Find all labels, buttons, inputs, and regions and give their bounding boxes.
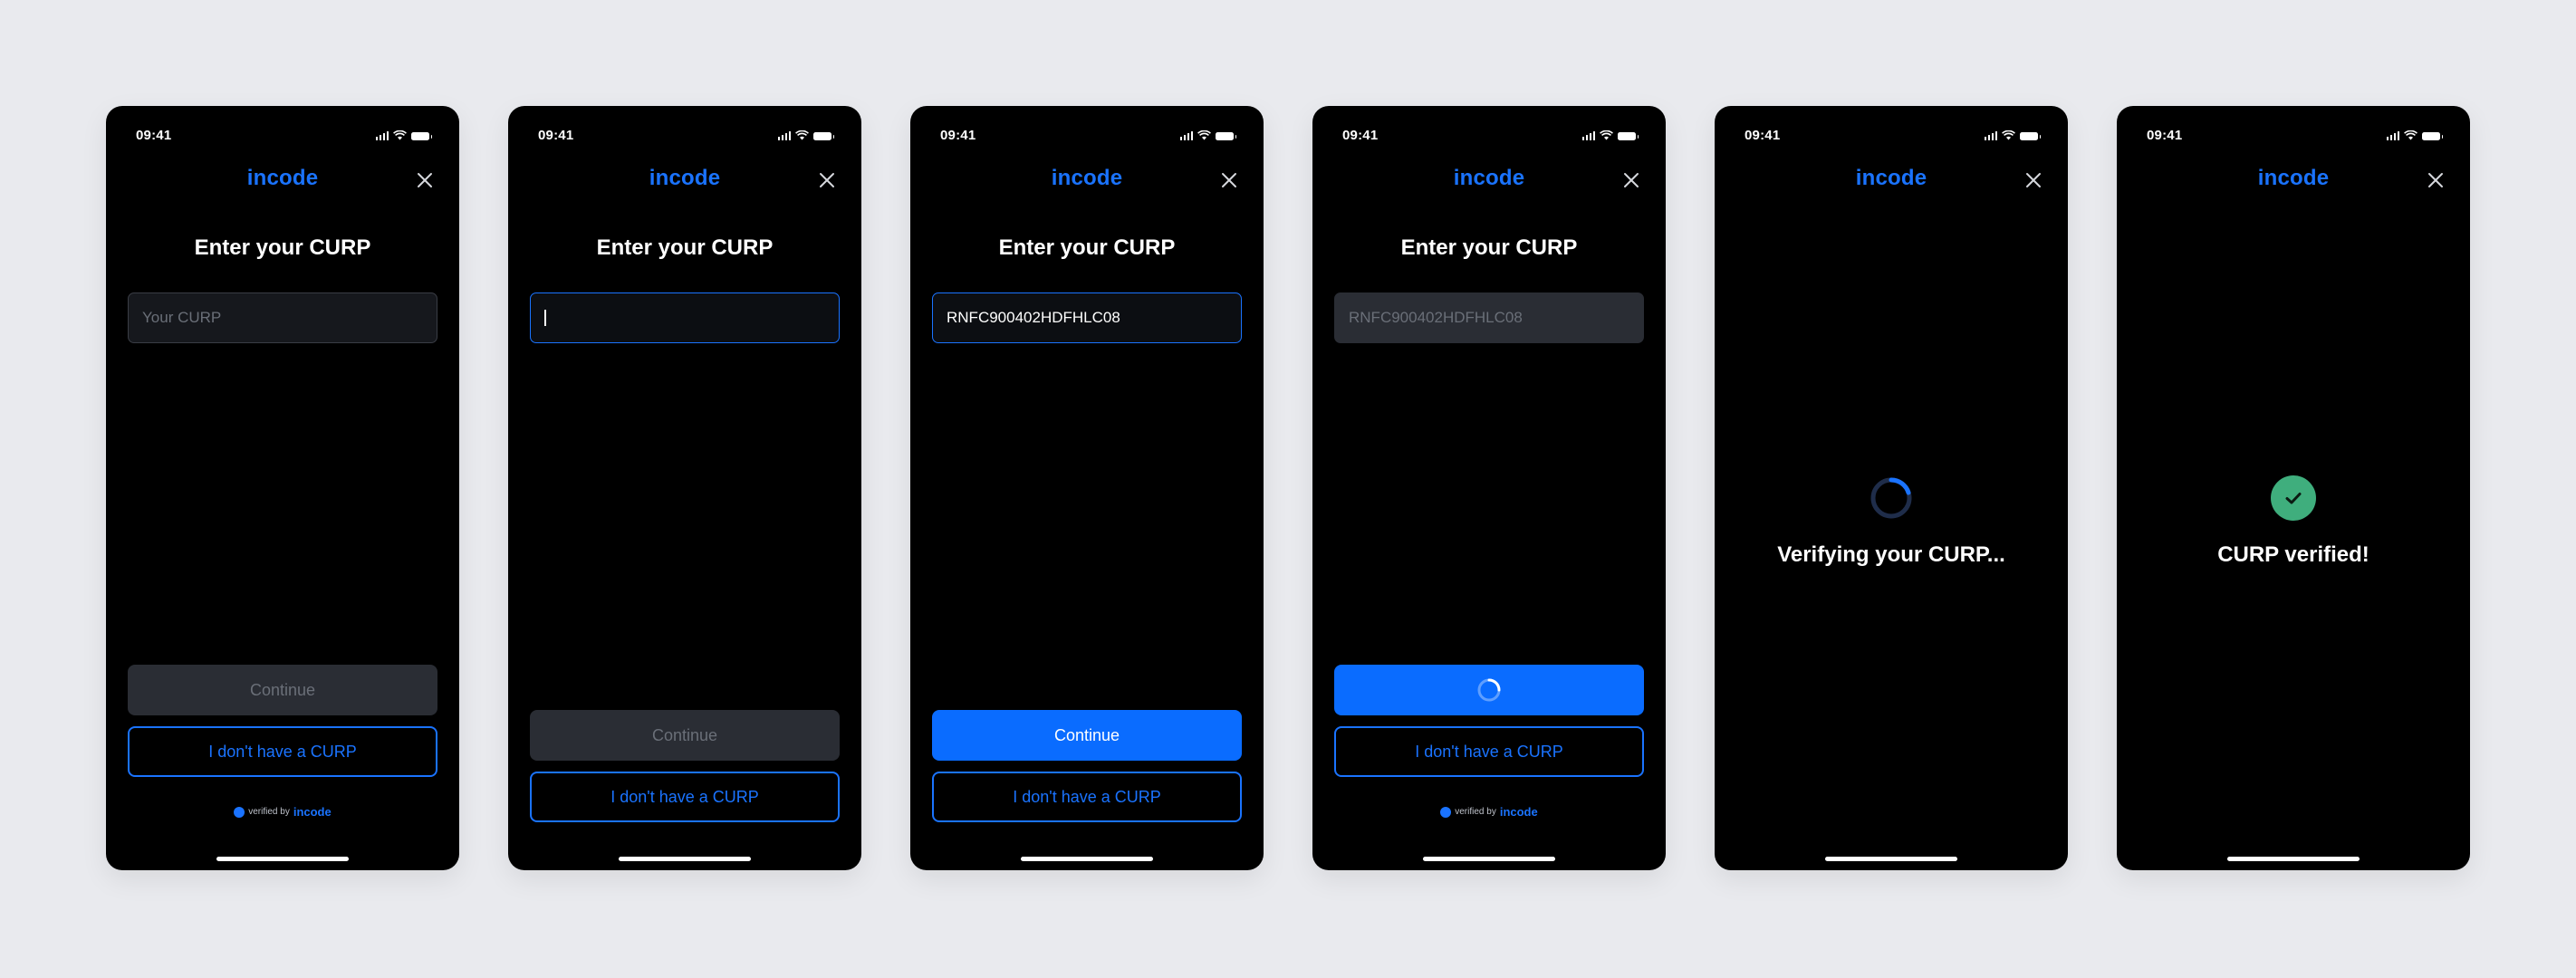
wifi-icon (393, 130, 407, 140)
cellular-signal-icon (777, 130, 791, 140)
battery-icon (411, 132, 432, 140)
cellular-signal-icon (1984, 130, 1997, 140)
status-time: 09:41 (538, 128, 574, 143)
verified-by-text: verified by (1455, 807, 1496, 817)
wifi-icon (1600, 130, 1613, 140)
home-indicator[interactable] (619, 857, 751, 861)
incode-logo: incode (2257, 166, 2330, 190)
verified-message: CURP verified! (2217, 542, 2369, 567)
wifi-icon (795, 130, 809, 140)
verified-by-brand: incode (293, 805, 332, 819)
curp-input-value: RNFC900402HDFHLC08 (947, 309, 1120, 326)
incode-logo: incode (1855, 166, 1927, 190)
close-icon[interactable] (2024, 171, 2043, 189)
cellular-signal-icon (1581, 130, 1595, 140)
no-curp-button[interactable]: I don't have a CURP (1334, 726, 1644, 777)
cellular-signal-icon (1179, 130, 1193, 140)
cellular-signal-icon (375, 130, 389, 140)
incode-dot-icon (234, 806, 245, 818)
home-indicator[interactable] (216, 857, 349, 861)
phone-screen-filled: 09:41 incode Enter your CURP RNFC900402H… (910, 106, 1264, 870)
status-time: 09:41 (1745, 128, 1781, 143)
spinner-icon (1870, 477, 1912, 519)
verified-by-brand: incode (1499, 805, 1538, 819)
success-badge (2271, 475, 2316, 521)
verified-by-footer: verified by incode (106, 805, 459, 819)
curp-input-value: RNFC900402HDFHLC08 (1349, 309, 1523, 326)
text-caret (544, 310, 546, 326)
page-title: Enter your CURP (1400, 235, 1578, 260)
status-icons (1179, 130, 1236, 140)
page-title: Enter your CURP (998, 235, 1176, 260)
curp-input[interactable]: RNFC900402HDFHLC08 (1334, 292, 1644, 343)
curp-input[interactable] (530, 292, 840, 343)
home-indicator[interactable] (1021, 857, 1153, 861)
phone-screen-verified: 09:41 incode CURP verified! (2117, 106, 2470, 870)
status-time: 09:41 (940, 128, 976, 143)
home-indicator[interactable] (2227, 857, 2360, 861)
spinner-icon (1477, 678, 1501, 702)
no-curp-button[interactable]: I don't have a CURP (530, 772, 840, 822)
battery-icon (2020, 132, 2041, 140)
curp-input-placeholder: Your CURP (142, 309, 222, 326)
checkmark-icon (2285, 493, 2302, 504)
battery-icon (813, 132, 834, 140)
verified-by-text: verified by (248, 807, 290, 817)
no-curp-button[interactable]: I don't have a CURP (932, 772, 1242, 822)
status-time: 09:41 (2147, 128, 2183, 143)
incode-logo: incode (649, 166, 721, 190)
no-curp-button[interactable]: I don't have a CURP (128, 726, 437, 777)
phone-screen-empty: 09:41 incode Enter your CURP Your CURP C… (106, 106, 459, 870)
curp-input[interactable]: RNFC900402HDFHLC08 (932, 292, 1242, 343)
continue-button[interactable]: Continue (128, 665, 437, 715)
curp-input[interactable]: Your CURP (128, 292, 437, 343)
status-icons (1581, 130, 1639, 140)
verified-by-footer: verified by incode (1312, 805, 1666, 819)
home-indicator[interactable] (1825, 857, 1957, 861)
incode-logo: incode (1051, 166, 1123, 190)
close-icon[interactable] (1622, 171, 1640, 189)
status-icons (1984, 130, 2041, 140)
cellular-signal-icon (2386, 130, 2399, 140)
verifying-message: Verifying your CURP... (1777, 542, 2005, 567)
page-title: Enter your CURP (596, 235, 774, 260)
battery-icon (1216, 132, 1236, 140)
incode-logo: incode (1453, 166, 1525, 190)
close-icon[interactable] (416, 171, 434, 189)
battery-icon (1618, 132, 1639, 140)
close-icon[interactable] (1220, 171, 1238, 189)
continue-button[interactable]: Continue (530, 710, 840, 761)
design-board: 09:41 incode Enter your CURP Your CURP C… (0, 0, 2576, 978)
status-icons (777, 130, 834, 140)
wifi-icon (1197, 130, 1211, 140)
battery-icon (2422, 132, 2443, 140)
page-title: Enter your CURP (194, 235, 371, 260)
incode-dot-icon (1440, 806, 1452, 818)
status-time: 09:41 (1342, 128, 1379, 143)
continue-button-loading[interactable] (1334, 665, 1644, 715)
status-time: 09:41 (136, 128, 172, 143)
continue-button[interactable]: Continue (932, 710, 1242, 761)
home-indicator[interactable] (1423, 857, 1555, 861)
close-icon[interactable] (818, 171, 836, 189)
phone-screen-focused: 09:41 incode Enter your CURP Continue I … (508, 106, 861, 870)
phone-screen-verifying: 09:41 incode Verifying your CURP... (1715, 106, 2068, 870)
incode-logo: incode (246, 166, 319, 190)
phone-screen-submitting: 09:41 incode Enter your CURP RNFC900402H… (1312, 106, 1666, 870)
status-icons (2386, 130, 2443, 140)
wifi-icon (2404, 130, 2417, 140)
wifi-icon (2002, 130, 2015, 140)
close-icon[interactable] (2427, 171, 2445, 189)
status-icons (375, 130, 432, 140)
